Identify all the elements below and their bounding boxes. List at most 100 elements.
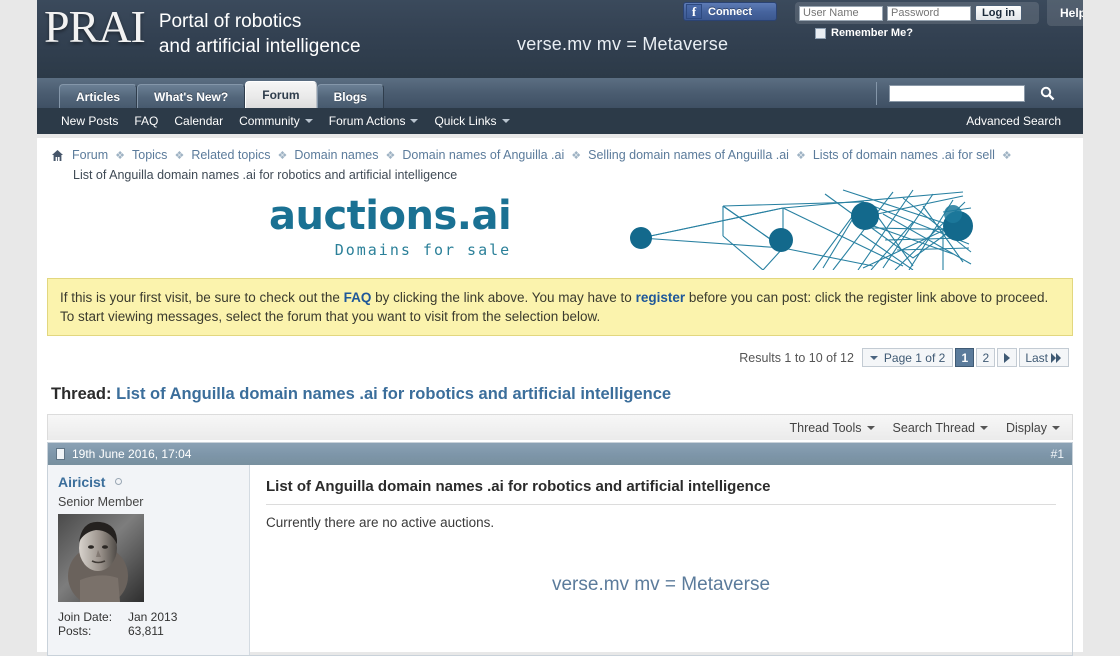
notice-register-link[interactable]: register [636, 290, 686, 305]
post-username-row: Airicist [58, 474, 239, 490]
page-jump-label: Page 1 of 2 [883, 350, 946, 365]
chevron-down-icon [866, 425, 875, 430]
breadcrumb-item-topics[interactable]: Topics [132, 148, 167, 162]
post-date: 19th June 2016, 17:04 [72, 447, 192, 461]
post-page-icon [56, 448, 65, 460]
home-icon[interactable] [51, 149, 64, 162]
breadcrumb-separator-icon: ❖ [385, 149, 396, 162]
results-count: Results 1 to 10 of 12 [739, 350, 854, 365]
posts-count-row: Posts: 63,811 [58, 624, 239, 638]
breadcrumb-item-domain-names[interactable]: Domain names [294, 148, 378, 162]
page-title: Thread: List of Anguilla domain names .a… [51, 385, 1083, 404]
subnav-item-community[interactable]: Community [231, 114, 321, 128]
notice-text-part2: by clicking the link above. You may have… [371, 290, 636, 305]
nav-search [876, 82, 1061, 105]
post-username[interactable]: Airicist [58, 474, 105, 490]
search-input[interactable] [889, 85, 1025, 102]
page-jump-dropdown[interactable]: Page 1 of 2 [861, 348, 954, 367]
logo-wordmark: PRAI [44, 1, 146, 52]
tab-whats-new-label: What's New? [154, 89, 229, 104]
subnav-item-calendar[interactable]: Calendar [166, 114, 231, 128]
tab-forum[interactable]: Forum [245, 81, 317, 108]
subnav-item-faq[interactable]: FAQ [126, 114, 166, 128]
subnav-label: FAQ [134, 114, 159, 128]
pagination-controls: Page 1 of 2 1 2 Last [861, 348, 1069, 367]
tab-blogs-label: Blogs [333, 89, 367, 104]
post-user-panel: Airicist Senior Member Join Date: Jan 20… [48, 465, 250, 655]
breadcrumb-item-forum[interactable]: Forum [72, 148, 108, 162]
logo-tagline-line2: and artificial intelligence [158, 36, 361, 57]
chevron-down-icon [980, 425, 988, 430]
tab-whats-new[interactable]: What's New? [137, 84, 246, 108]
breadcrumb-line-1: Forum ❖ Topics ❖ Related topics ❖ Domain… [51, 148, 1083, 162]
page-button-2[interactable]: 2 [976, 348, 996, 367]
first-visit-notice: If this is your first visit, be sure to … [47, 278, 1073, 336]
auctions-banner[interactable]: auctions.ai Domains for sale [37, 188, 1083, 270]
site-logo[interactable]: PRAI Portal of robotics and artificial i… [44, 4, 361, 59]
thread-tools-dropdown[interactable]: Thread Tools [789, 421, 875, 435]
search-thread-dropdown[interactable]: Search Thread [893, 421, 988, 435]
tab-articles-label: Articles [76, 89, 121, 104]
subnav-label: New Posts [61, 114, 119, 128]
tab-articles[interactable]: Articles [59, 84, 138, 108]
post-body-text: Currently there are no active auctions. [266, 515, 495, 530]
next-page-button[interactable] [997, 348, 1018, 367]
main-navbar: Articles What's New? Forum Blogs [37, 78, 1083, 108]
header-promo-text: verse.mv mv = Metaverse [517, 34, 729, 54]
breadcrumb-item-related-topics[interactable]: Related topics [191, 148, 270, 162]
avatar[interactable] [58, 514, 144, 602]
subnav-label: Forum Actions [328, 114, 406, 128]
breadcrumb-item-domain-names-anguilla[interactable]: Domain names of Anguilla .ai [402, 148, 564, 162]
notice-text-part1: If this is your first visit, be sure to … [60, 290, 344, 305]
subnav-label: Quick Links [434, 114, 497, 128]
secondary-navbar: New Posts FAQ Calendar Community Forum A… [37, 108, 1083, 134]
breadcrumb-item-lists-for-sell[interactable]: Lists of domain names .ai for sell [813, 148, 995, 162]
auctions-title: auctions.ai [269, 193, 512, 239]
subnav-item-quick-links[interactable]: Quick Links [426, 114, 517, 128]
double-arrow-right-icon [1051, 352, 1061, 363]
display-label: Display [1006, 420, 1047, 435]
last-page-button[interactable]: Last [1019, 348, 1069, 367]
site-header: PRAI Portal of robotics and artificial i… [37, 0, 1083, 78]
join-date-row: Join Date: Jan 2013 [58, 610, 239, 624]
facebook-connect-button[interactable]: f Connect [683, 2, 777, 21]
username-input[interactable] [799, 5, 883, 21]
join-date-value: Jan 2013 [128, 610, 178, 624]
logo-tagline: Portal of robotics and artificial intell… [159, 9, 361, 59]
thread-title-link[interactable]: List of Anguilla domain names .ai for ro… [116, 385, 671, 403]
login-button[interactable]: Log in [975, 5, 1022, 21]
page-button-1[interactable]: 1 [955, 348, 975, 367]
post-header: 19th June 2016, 17:04 #1 [48, 443, 1072, 465]
facebook-f-icon: f [686, 4, 702, 19]
post-signature: verse.mv mv = Metaverse [551, 574, 771, 595]
content-panel: Forum ❖ Topics ❖ Related topics ❖ Domain… [37, 138, 1083, 656]
login-form: Log in [795, 2, 1039, 24]
thread-toolbar: Thread Tools Search Thread Display [47, 414, 1073, 440]
pagination-row: Results 1 to 10 of 12 Page 1 of 2 1 2 La… [37, 348, 1069, 367]
search-icon[interactable] [1033, 84, 1061, 103]
tab-blogs[interactable]: Blogs [316, 84, 384, 108]
advanced-search-link[interactable]: Advanced Search [966, 114, 1061, 128]
breadcrumb-item-selling-domain-names[interactable]: Selling domain names of Anguilla .ai [588, 148, 789, 162]
post-1: 19th June 2016, 17:04 #1 Airicist Senior… [47, 442, 1073, 656]
post-number[interactable]: #1 [1051, 447, 1064, 461]
password-input[interactable] [887, 5, 971, 21]
remember-me-checkbox[interactable] [815, 27, 826, 39]
subnav-item-forum-actions[interactable]: Forum Actions [321, 114, 427, 128]
tab-forum-label: Forum [262, 88, 300, 102]
help-button[interactable]: Help [1047, 0, 1083, 26]
chevron-down-icon [304, 119, 313, 123]
network-graph-illustration [613, 188, 973, 270]
facebook-connect-label: Connect [708, 5, 752, 18]
post-user-title: Senior Member [58, 495, 144, 509]
subnav-item-new-posts[interactable]: New Posts [53, 114, 126, 128]
notice-faq-link[interactable]: FAQ [344, 290, 372, 305]
secondary-nav-items: New Posts FAQ Calendar Community Forum A… [53, 114, 518, 128]
breadcrumb-separator-icon: ❖ [795, 149, 806, 162]
auctions-logo: auctions.ai Domains for sale [269, 193, 512, 259]
posts-label: Posts: [58, 624, 92, 638]
thread-prefix: Thread: [51, 385, 112, 403]
display-dropdown[interactable]: Display [1006, 421, 1060, 435]
remember-me-row[interactable]: Remember Me? [815, 27, 913, 39]
join-date-label: Join Date: [58, 610, 113, 624]
